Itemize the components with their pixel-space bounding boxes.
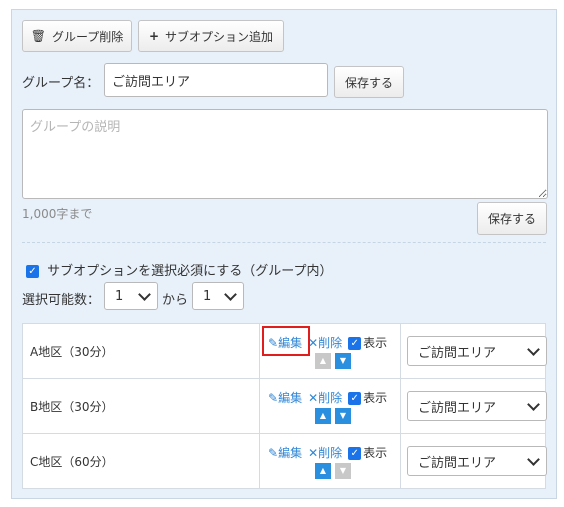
show-label: 表示 [363, 391, 388, 405]
checkbox-icon[interactable]: ✓ [348, 337, 362, 350]
arrow-up-icon: ▲ [315, 353, 331, 369]
option-group-panel: 🗑 グループ削除 + サブオプション追加 グループ名： 保存する 1,000字ま… [11, 9, 557, 499]
save-description-label: 保存する [487, 212, 536, 226]
section-divider [22, 242, 546, 243]
description-limit-hint: 1,000字まで [22, 207, 93, 221]
edit-link[interactable]: ✎編集 [268, 446, 302, 460]
suboption-group-value: ご訪問エリア [418, 400, 497, 416]
suboption-name: A地区（30分） [22, 323, 260, 379]
chevron-down-icon [138, 288, 151, 301]
suboption-table: A地区（30分） ✎編集 ✕削除 ✓ 表示 ▲ ▼ ご訪問エリア B地区（30分） [22, 323, 547, 489]
close-icon: ✕ [308, 391, 319, 405]
suboption-group-value: ご訪問エリア [418, 455, 497, 471]
arrow-down-icon[interactable]: ▼ [335, 353, 351, 369]
show-label: 表示 [363, 336, 388, 350]
show-checkbox[interactable]: ✓ 表示 [348, 391, 387, 405]
selectable-to-value: 1 [203, 288, 212, 304]
chevron-down-icon [527, 398, 540, 411]
selectable-count-label: 選択可能数： [22, 293, 101, 308]
suboption-group-cell: ご訪問エリア [400, 378, 547, 434]
pencil-icon: ✎ [268, 336, 279, 350]
save-name-label: 保存する [344, 75, 393, 90]
to-label: から [162, 293, 189, 308]
delete-label: 削除 [318, 391, 343, 405]
chevron-down-icon [224, 288, 237, 301]
suboption-group-select[interactable]: ご訪問エリア [407, 391, 547, 421]
edit-link[interactable]: ✎編集 [268, 336, 302, 350]
suboption-name: C地区（60分） [22, 433, 260, 489]
table-row: B地区（30分） ✎編集 ✕削除 ✓ 表示 ▲ ▼ ご訪問エリア [22, 378, 547, 434]
arrow-up-icon[interactable]: ▲ [315, 463, 331, 479]
table-row: A地区（30分） ✎編集 ✕削除 ✓ 表示 ▲ ▼ ご訪問エリア [22, 323, 547, 379]
table-row: C地区（60分） ✎編集 ✕削除 ✓ 表示 ▲ ▼ ご訪問エリア [22, 433, 547, 489]
group-description-textarea[interactable] [22, 109, 548, 199]
pencil-icon: ✎ [268, 391, 279, 405]
required-checkbox-icon[interactable]: ✓ [26, 265, 39, 278]
selectable-to-select[interactable]: 1 [192, 282, 244, 310]
close-icon: ✕ [308, 446, 319, 460]
add-suboption-button[interactable]: + サブオプション追加 [138, 20, 284, 52]
suboption-actions: ✎編集 ✕削除 ✓ 表示 ▲ ▼ [259, 433, 401, 489]
save-description-button[interactable]: 保存する [477, 202, 547, 235]
suboption-group-cell: ご訪問エリア [400, 433, 547, 489]
delete-label: 削除 [318, 446, 343, 460]
pencil-icon: ✎ [268, 446, 279, 460]
show-checkbox[interactable]: ✓ 表示 [348, 336, 387, 350]
group-name-label: グループ名： [22, 76, 100, 91]
required-checkbox-row[interactable]: ✓ サブオプションを選択必須にする（グループ内） [26, 260, 333, 279]
plus-icon: + [148, 29, 160, 43]
add-suboption-label: サブオプション追加 [165, 29, 274, 44]
suboption-group-select[interactable]: ご訪問エリア [407, 446, 547, 476]
suboption-name: B地区（30分） [22, 378, 260, 434]
checkbox-icon[interactable]: ✓ [348, 447, 362, 460]
suboption-group-cell: ご訪問エリア [400, 323, 547, 379]
arrow-up-icon[interactable]: ▲ [315, 408, 331, 424]
checkbox-icon[interactable]: ✓ [348, 392, 362, 405]
edit-label: 編集 [278, 446, 303, 460]
arrow-down-icon: ▼ [335, 463, 351, 479]
close-icon: ✕ [308, 336, 319, 350]
chevron-down-icon [527, 453, 540, 466]
suboption-actions: ✎編集 ✕削除 ✓ 表示 ▲ ▼ [259, 378, 401, 434]
suboption-group-select[interactable]: ご訪問エリア [407, 336, 547, 366]
group-name-input[interactable] [104, 63, 328, 97]
selectable-from-select[interactable]: 1 [104, 282, 158, 310]
delete-link[interactable]: ✕削除 [308, 336, 342, 350]
suboption-group-value: ご訪問エリア [418, 345, 497, 361]
suboption-actions: ✎編集 ✕削除 ✓ 表示 ▲ ▼ [259, 323, 401, 379]
delete-group-button[interactable]: 🗑 グループ削除 [22, 20, 132, 52]
show-checkbox[interactable]: ✓ 表示 [348, 446, 387, 460]
show-label: 表示 [363, 446, 388, 460]
edit-link[interactable]: ✎編集 [268, 391, 302, 405]
edit-label: 編集 [278, 336, 303, 350]
delete-link[interactable]: ✕削除 [308, 446, 342, 460]
chevron-down-icon [527, 343, 540, 356]
selectable-from-value: 1 [115, 288, 124, 304]
delete-link[interactable]: ✕削除 [308, 391, 342, 405]
delete-label: 削除 [318, 336, 343, 350]
required-checkbox-label: サブオプションを選択必須にする（グループ内） [47, 264, 333, 279]
save-name-button[interactable]: 保存する [334, 66, 404, 98]
edit-label: 編集 [278, 391, 303, 405]
arrow-down-icon[interactable]: ▼ [335, 408, 351, 424]
trash-icon: 🗑 [30, 29, 46, 43]
delete-group-label: グループ削除 [51, 29, 124, 44]
